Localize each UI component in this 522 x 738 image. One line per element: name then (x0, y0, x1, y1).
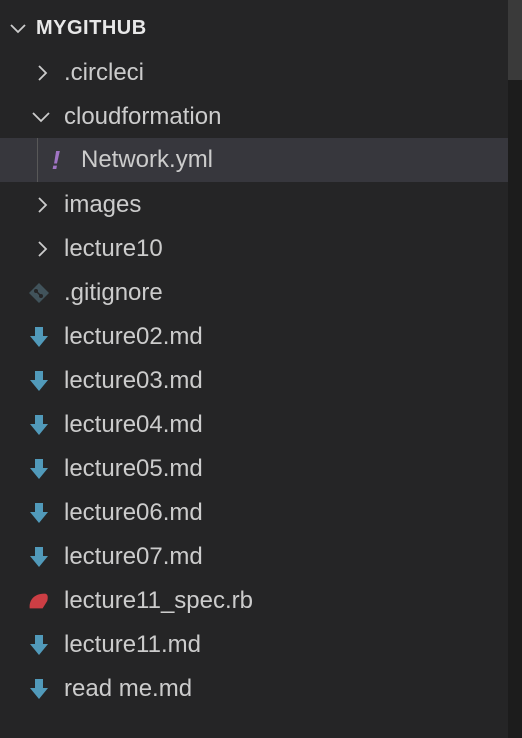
tree-file-read-me-md[interactable]: read me.md (0, 667, 508, 711)
tree-file-network-yml[interactable]: ! Network.yml (0, 138, 508, 182)
tree-item-label: lecture11.md (64, 631, 201, 658)
tree-item-label: lecture04.md (64, 411, 203, 438)
tree-item-label: Network.yml (81, 146, 214, 173)
tree-item-label: images (64, 191, 142, 218)
scrollbar-track[interactable] (508, 0, 522, 738)
tree-item-label: .circleci (64, 59, 145, 86)
explorer-section-header[interactable]: MYGITHUB (0, 6, 508, 50)
chevron-right-icon (30, 234, 54, 264)
explorer-panel: MYGITHUB .circleci cloudformation ! Netw… (0, 0, 509, 738)
explorer-section-title: MYGITHUB (36, 16, 147, 39)
chevron-down-icon (0, 18, 36, 38)
tree-item-label: lecture07.md (64, 543, 203, 570)
tree-file-lecture03-md[interactable]: lecture03.md (0, 359, 508, 403)
tree-file-lecture05-md[interactable]: lecture05.md (0, 447, 508, 491)
tree-item-label: cloudformation (64, 103, 222, 130)
markdown-arrow-icon (27, 410, 51, 440)
tree-file-gitignore[interactable]: .gitignore (0, 271, 508, 315)
tree-item-label: lecture05.md (64, 455, 203, 482)
tree-file-lecture11-md[interactable]: lecture11.md (0, 623, 508, 667)
tree-file-lecture06-md[interactable]: lecture06.md (0, 491, 508, 535)
markdown-arrow-icon (27, 454, 51, 484)
markdown-arrow-icon (27, 674, 51, 704)
markdown-arrow-icon (27, 542, 51, 572)
chevron-down-icon (29, 102, 53, 132)
scrollbar-thumb[interactable] (508, 0, 522, 80)
markdown-arrow-icon (27, 366, 51, 396)
tree-item-label: lecture10 (64, 235, 163, 262)
tree-item-label: read me.md (64, 675, 193, 702)
yaml-exclamation-icon: ! (51, 144, 61, 175)
tree-item-label: lecture11_spec.rb (64, 587, 253, 614)
tree-item-label: .gitignore (64, 279, 163, 306)
chevron-right-icon (30, 190, 54, 220)
markdown-arrow-icon (27, 630, 51, 660)
tree-item-label: lecture02.md (64, 323, 203, 350)
markdown-arrow-icon (27, 322, 51, 352)
tree-file-lecture07-md[interactable]: lecture07.md (0, 535, 508, 579)
tree-item-label: lecture06.md (64, 499, 203, 526)
ruby-icon (26, 586, 50, 616)
tree-file-lecture02-md[interactable]: lecture02.md (0, 315, 508, 359)
chevron-right-icon (30, 58, 54, 88)
tree-file-lecture04-md[interactable]: lecture04.md (0, 403, 508, 447)
git-icon (27, 278, 51, 308)
tree-folder-circleci[interactable]: .circleci (0, 51, 508, 95)
indent-guide (37, 138, 38, 182)
tree-item-label: lecture03.md (64, 367, 203, 394)
tree-file-lecture11-spec-rb[interactable]: lecture11_spec.rb (0, 579, 508, 623)
markdown-arrow-icon (27, 498, 51, 528)
tree-folder-lecture10[interactable]: lecture10 (0, 227, 508, 271)
tree-folder-cloudformation[interactable]: cloudformation (0, 95, 508, 139)
tree-folder-images[interactable]: images (0, 183, 508, 227)
